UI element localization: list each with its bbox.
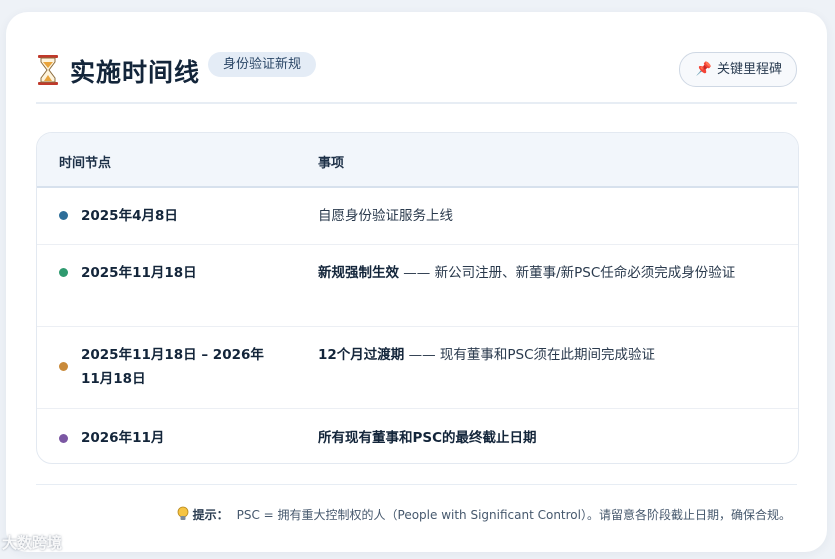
status-dot xyxy=(59,362,68,371)
status-dot xyxy=(59,268,68,277)
footer-divider xyxy=(36,484,797,485)
card-header: 实施时间线 身份验证新规 📌 关键里程碑 xyxy=(36,50,797,90)
page-title: 实施时间线 xyxy=(70,58,201,87)
row-description-text: —— 新公司注册、新董事/新PSC任命必须完成身份验证 xyxy=(399,265,736,281)
row-description: 自愿身份验证服务上线 xyxy=(318,204,778,228)
row-date: 2026年11月 xyxy=(81,430,165,446)
row-description: 新规强制生效 —— 新公司注册、新董事/新PSC任命必须完成身份验证 xyxy=(318,261,778,285)
key-milestones-label: 关键里程碑 xyxy=(716,62,782,77)
category-badge: 身份验证新规 xyxy=(208,52,317,77)
table-header: 时间节点 事项 xyxy=(37,133,798,188)
pushpin-icon: 📌 xyxy=(695,62,712,77)
hint-text: PSC = 拥有重大控制权的人（People with Significant … xyxy=(236,508,791,522)
lightbulb-icon xyxy=(177,506,188,520)
hint-label: 提示： xyxy=(192,508,229,522)
hourglass-icon xyxy=(38,55,58,85)
header-divider xyxy=(36,102,797,104)
timeline-card: 实施时间线 身份验证新规 📌 关键里程碑 时间节点 事项 2025年4月8日 自愿… xyxy=(6,12,827,552)
row-date: 2025年11月18日 xyxy=(81,265,197,281)
row-date: 2025年4月8日 xyxy=(81,208,178,224)
table-row: 2025年4月8日 自愿身份验证服务上线 xyxy=(37,188,798,245)
status-dot xyxy=(59,211,68,220)
table-row: 2025年11月18日 新规强制生效 —— 新公司注册、新董事/新PSC任命必须… xyxy=(37,245,798,327)
row-description-bold: 所有现有董事和PSC的最终截止日期 xyxy=(318,430,537,446)
row-date: 2025年11月18日 – 2026年11月18日 xyxy=(81,347,264,387)
footer-hint: 提示： PSC = 拥有重大控制权的人（People with Significa… xyxy=(177,506,791,523)
watermark-logo: 大数跨境 xyxy=(2,534,63,552)
row-description-bold: 新规强制生效 xyxy=(318,265,399,281)
row-description: 所有现有董事和PSC的最终截止日期 xyxy=(318,426,778,450)
key-milestones-button[interactable]: 📌 关键里程碑 xyxy=(678,52,797,87)
column-header-item: 事项 xyxy=(318,156,345,171)
row-description-text: —— 现有董事和PSC须在此期间完成验证 xyxy=(404,347,656,363)
table-row: 2025年11月18日 – 2026年11月18日 12个月过渡期 —— 现有董… xyxy=(37,327,798,409)
status-dot xyxy=(59,434,68,443)
row-description-bold: 12个月过渡期 xyxy=(318,347,405,363)
row-description-text: 自愿身份验证服务上线 xyxy=(318,208,453,224)
timeline-table: 时间节点 事项 2025年4月8日 自愿身份验证服务上线 2025年11月18日… xyxy=(36,132,799,464)
row-description: 12个月过渡期 —— 现有董事和PSC须在此期间完成验证 xyxy=(318,343,778,367)
column-header-time: 时间节点 xyxy=(59,156,112,171)
table-row: 2026年11月 所有现有董事和PSC的最终截止日期 xyxy=(37,409,798,463)
